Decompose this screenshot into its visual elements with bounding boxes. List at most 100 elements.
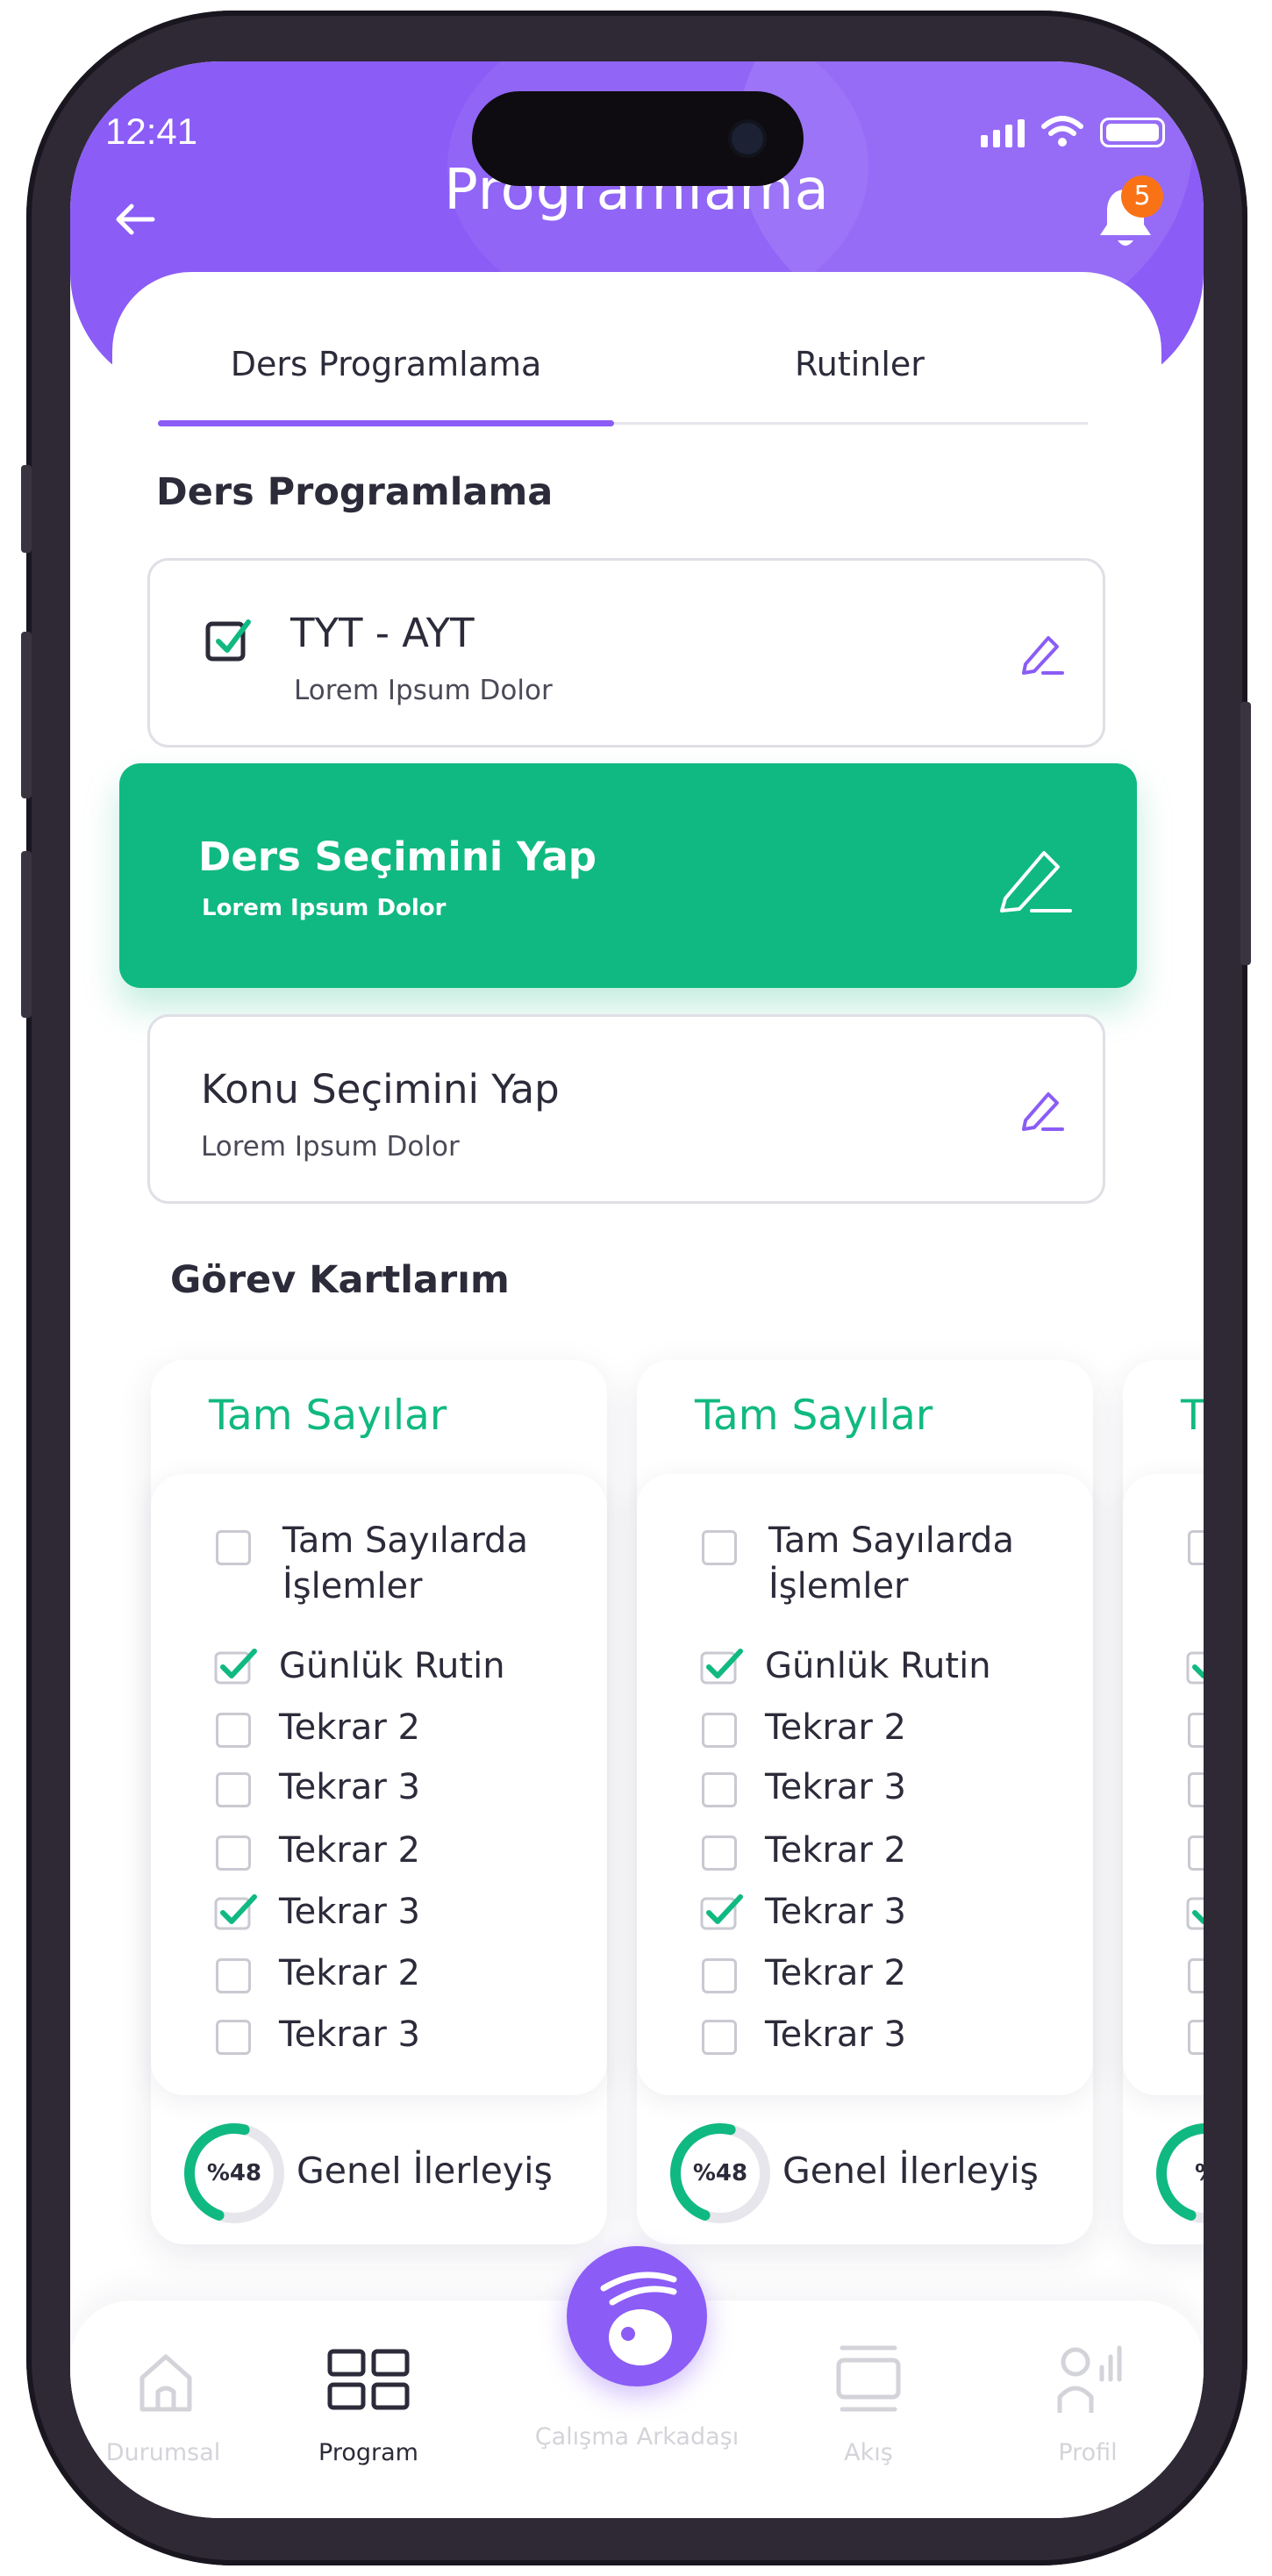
mute-switch (21, 465, 32, 553)
status-icons (981, 116, 1165, 147)
row-subtitle: Lorem Ipsum Dolor (294, 675, 553, 706)
task-card[interactable]: Tam Sayılar Tam Sayılarda İşlemler Günlük … (637, 1360, 1093, 2244)
task-card[interactable]: Tam Sayılar Tam Sayılarda İşlemler Günlük … (151, 1360, 607, 2244)
checklist-item-label: Tam Sayılarda İşlemler (282, 1521, 528, 1606)
progress-percent: %48 (206, 2160, 262, 2186)
checklist-item-label: Tekrar 2 (279, 1707, 420, 1748)
battery-icon (1100, 118, 1165, 147)
checklist-item-label: Tekrar 3 (279, 2014, 420, 2055)
program-row-tyt-ayt[interactable]: TYT - AYT Lorem Ipsum Dolor (147, 558, 1105, 748)
checklist-item-label: Tekrar 2 (279, 1953, 420, 1993)
section-title-program: Ders Programlama (156, 470, 554, 514)
row-title: Konu Seçimini Yap (201, 1066, 560, 1113)
checkbox[interactable] (1188, 1958, 1204, 1993)
power-button (1240, 702, 1251, 965)
nav-label: Profil (1058, 2439, 1118, 2466)
back-arrow-icon[interactable] (109, 193, 161, 246)
checkbox-checked-icon[interactable] (204, 615, 257, 664)
row-title: TYT - AYT (290, 610, 475, 656)
checklist-item-label: Günlük Rutin (765, 1646, 991, 1686)
checkbox[interactable] (1188, 1835, 1204, 1871)
volume-down-button (21, 851, 32, 1018)
profile-icon (1057, 2345, 1122, 2413)
progress-text: Genel İlerleyiş (297, 2150, 553, 2192)
checkbox[interactable] (216, 1772, 251, 1807)
checkbox[interactable] (702, 1958, 737, 1993)
feed-icon (836, 2345, 901, 2412)
checklist-item-label: Tekrar 3 (765, 2014, 906, 2055)
checkbox-checked-icon[interactable] (700, 1892, 744, 1930)
checkbox-checked-icon[interactable] (700, 1646, 744, 1685)
row-title: Ders Seçimini Yap (198, 834, 597, 880)
tab-bar: Ders Programlama Rutinler (158, 329, 1088, 426)
edit-pencil-icon[interactable] (1018, 1085, 1068, 1134)
signal-icon (981, 119, 1025, 147)
nav-item-profil[interactable]: Profil (991, 2301, 1184, 2518)
nav-label-calisma-arkadasi: Çalışma Arkadaşı (534, 2423, 740, 2451)
checklist-item-label: Tam Sayılarda İşlemler (768, 1521, 1014, 1606)
edit-pencil-icon[interactable] (997, 841, 1074, 918)
checklist-item-label: Tekrar 3 (279, 1767, 420, 1807)
section-title-tasks: Görev Kartlarım (170, 1258, 510, 1302)
notification-badge: 5 (1121, 175, 1163, 218)
checkbox[interactable] (702, 1713, 737, 1748)
checkbox[interactable] (216, 1713, 251, 1748)
progress-text: Genel İlerleyiş (782, 2150, 1039, 2192)
volume-up-button (21, 632, 32, 798)
study-buddy-button[interactable] (567, 2246, 707, 2386)
nav-item-program[interactable]: Program (272, 2301, 465, 2518)
tab-ders-programlama[interactable]: Ders Programlama (158, 329, 614, 426)
checkbox[interactable] (216, 2020, 251, 2055)
program-row-konu-secimi[interactable]: Konu Seçimini Yap Lorem Ipsum Dolor (147, 1014, 1105, 1204)
checkbox-checked-icon[interactable] (214, 1892, 258, 1930)
checklist-item-label: Tekrar 3 (765, 1892, 906, 1932)
checkbox[interactable] (216, 1958, 251, 1993)
task-checklist (1123, 1474, 1204, 2095)
checkbox[interactable] (702, 1530, 737, 1565)
home-icon (139, 2354, 192, 2412)
checkbox-checked-icon[interactable] (1186, 1892, 1204, 1930)
checklist-item-label: Günlük Rutin (279, 1646, 505, 1686)
task-checklist: Tam Sayılarda İşlemler Günlük Rutin Tekrar… (637, 1474, 1093, 2095)
grid-icon (327, 2349, 410, 2410)
screen: 12:41 Programlama 5 Ders Programlama Rut… (70, 61, 1204, 2518)
checklist-item-label: Tekrar 2 (765, 1830, 906, 1871)
checkbox[interactable] (216, 1835, 251, 1871)
checkbox[interactable] (1188, 2020, 1204, 2055)
nav-item-durumsal[interactable]: Durumsal (70, 2301, 260, 2518)
nav-label: Akış (844, 2439, 893, 2466)
task-card-title: Tam Sayılar (695, 1392, 933, 1440)
task-card-title: T (1181, 1392, 1204, 1440)
row-subtitle: Lorem Ipsum Dolor (201, 1131, 460, 1163)
program-row-ders-secimi[interactable]: Ders Seçimini Yap Lorem Ipsum Dolor (119, 763, 1137, 988)
checkbox-checked-icon[interactable] (1186, 1646, 1204, 1685)
checkbox[interactable] (702, 1772, 737, 1807)
checklist-item-label: Tekrar 3 (279, 1892, 420, 1932)
progress-percent: %48 (692, 2160, 748, 2186)
checkbox[interactable] (702, 1835, 737, 1871)
checkbox[interactable] (1188, 1530, 1204, 1565)
checkbox-checked-icon[interactable] (214, 1646, 258, 1685)
checklist-item-label: Tekrar 2 (765, 1707, 906, 1748)
checklist-item-label: Tekrar 2 (765, 1953, 906, 1993)
checkbox[interactable] (1188, 1772, 1204, 1807)
tab-label: Ders Programlama (230, 345, 542, 383)
study-buddy-icon (600, 2272, 677, 2365)
status-time: 12:41 (105, 111, 198, 152)
checkbox[interactable] (216, 1530, 251, 1565)
task-card[interactable]: T% (1123, 1360, 1204, 2244)
checklist-item-label: Tekrar 2 (279, 1830, 420, 1871)
nav-label: Durumsal (105, 2439, 221, 2466)
tab-active-indicator (158, 420, 614, 426)
checkbox[interactable] (1188, 1713, 1204, 1748)
dynamic-island (472, 91, 804, 186)
task-checklist: Tam Sayılarda İşlemler Günlük Rutin Tekrar… (151, 1474, 607, 2095)
checkbox[interactable] (702, 2020, 737, 2055)
nav-label: Program (318, 2439, 418, 2466)
progress-percent: % (1154, 2122, 1204, 2225)
tab-rutinler[interactable]: Rutinler (632, 329, 1088, 426)
edit-pencil-icon[interactable] (1018, 629, 1068, 678)
task-card-title: Tam Sayılar (209, 1392, 447, 1440)
nav-item-akis[interactable]: Akış (772, 2301, 965, 2518)
tab-label: Rutinler (795, 345, 925, 383)
